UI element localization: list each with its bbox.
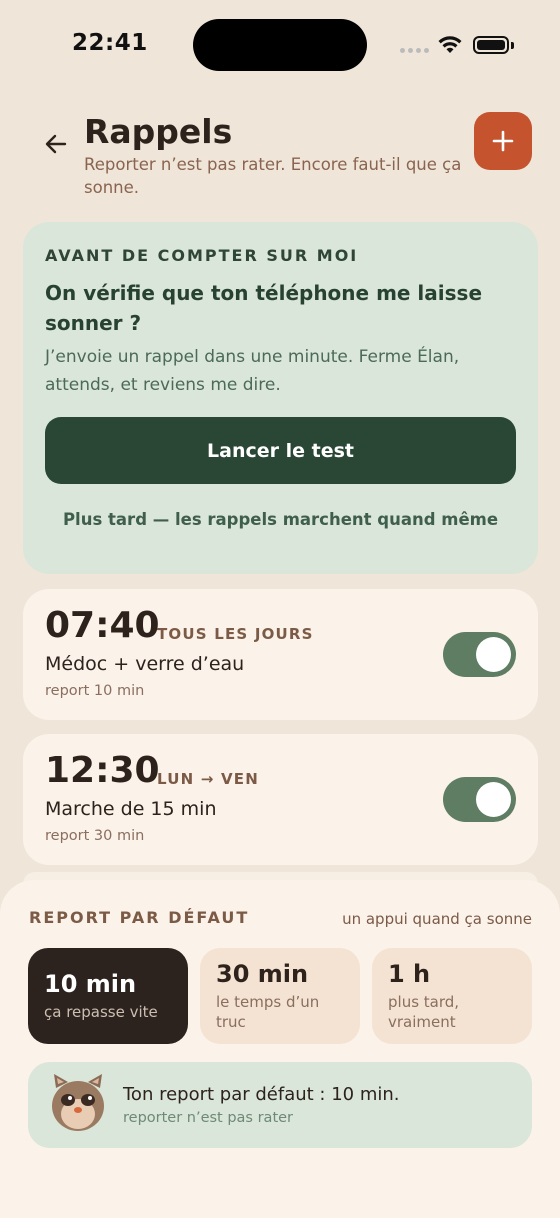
snooze-option-value: 1 h	[388, 960, 431, 988]
signal-icon	[400, 48, 429, 53]
reminder-label: Marche de 15 min	[45, 798, 217, 820]
banner-subtitle: reporter n’est pas rater	[123, 1110, 294, 1126]
notification-test-card: AVANT DE COMPTER SUR MOI On vérifie que …	[23, 222, 538, 574]
test-card-eyebrow: AVANT DE COMPTER SUR MOI	[45, 246, 359, 265]
status-time: 22:41	[72, 30, 148, 56]
reminder-time: 12:30	[45, 750, 160, 791]
wifi-icon	[438, 36, 462, 53]
back-button[interactable]	[40, 128, 72, 160]
reminder-label: Médoc + verre d’eau	[45, 653, 245, 675]
test-card-body: J’envoie un rappel dans une minute. Ferm…	[45, 347, 460, 395]
reminder-card[interactable]: 07:40 TOUS LES JOURS Médoc + verre d’eau…	[23, 589, 538, 720]
mascot-icon	[52, 1074, 104, 1131]
page-title: Rappels	[84, 112, 233, 151]
snooze-option-desc: ça repasse vite	[44, 1003, 158, 1021]
plus-icon	[492, 130, 514, 152]
battery-icon	[473, 36, 509, 54]
sheet-heading: REPORT PAR DÉFAUT	[29, 908, 250, 927]
reminder-snooze: report 10 min	[45, 683, 145, 699]
snooze-option-desc: le temps d’un truc	[216, 993, 320, 1031]
default-snooze-banner: Ton report par défaut : 10 min. reporter…	[28, 1062, 532, 1148]
status-bar: 22:41	[0, 0, 560, 90]
reminder-days: TOUS LES JOURS	[157, 625, 314, 643]
dynamic-island	[193, 19, 367, 71]
reminder-snooze: report 30 min	[45, 828, 145, 844]
banner-title: Ton report par défaut : 10 min.	[123, 1084, 400, 1105]
snooze-sheet: REPORT PAR DÉFAUT un appui quand ça sonn…	[0, 880, 560, 1218]
reminder-days: LUN → VEN	[157, 770, 259, 788]
battery-tip	[511, 42, 514, 49]
reminder-card[interactable]: 12:30 LUN → VEN Marche de 15 min report …	[23, 734, 538, 865]
reminder-toggle[interactable]	[443, 777, 516, 822]
test-card-title: On vérifie que ton téléphone me laisse s…	[45, 281, 483, 335]
add-reminder-button[interactable]	[474, 112, 532, 170]
snooze-option-30-min[interactable]: 30 min le temps d’un truc	[200, 948, 360, 1044]
snooze-option-1-h[interactable]: 1 h plus tard, vraiment	[372, 948, 532, 1044]
back-arrow-icon	[45, 134, 67, 154]
toggle-knob	[476, 782, 511, 817]
sheet-hint: un appui quand ça sonne	[342, 910, 532, 928]
toggle-knob	[476, 637, 511, 672]
page-subtitle: Reporter n’est pas rater. Encore faut-il…	[84, 155, 462, 197]
snooze-option-10-min[interactable]: 10 min ça repasse vite	[28, 948, 188, 1044]
reminder-toggle[interactable]	[443, 632, 516, 677]
later-link[interactable]: Plus tard — les rappels marchent quand m…	[45, 510, 516, 529]
reminder-time: 07:40	[45, 605, 160, 646]
snooze-option-value: 30 min	[216, 960, 309, 988]
snooze-option-desc: plus tard, vraiment	[388, 993, 460, 1031]
snooze-option-value: 10 min	[44, 970, 137, 998]
start-test-button[interactable]: Lancer le test	[45, 417, 516, 484]
